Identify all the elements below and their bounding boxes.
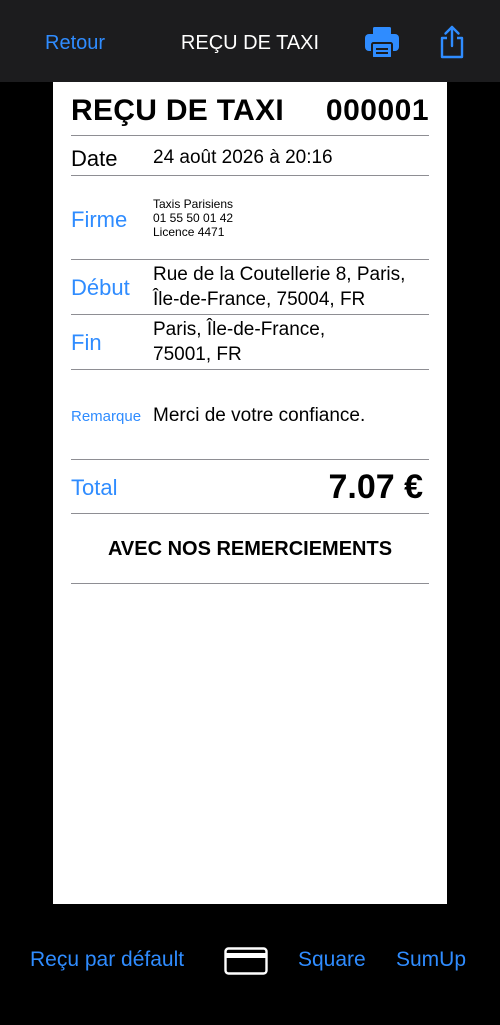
start-label: Début bbox=[71, 275, 130, 300]
company-details: Taxis Parisiens 01 55 50 01 42 Licence 4… bbox=[153, 197, 233, 239]
receipt-paper: REÇU DE TAXI 000001 Date 24 août 2026 à … bbox=[53, 82, 447, 904]
date-value: 24 août 2026 à 20:16 bbox=[153, 147, 333, 168]
divider bbox=[71, 513, 429, 514]
divider bbox=[71, 369, 429, 370]
start-address: Rue de la Coutellerie 8, Paris, Île-de-F… bbox=[153, 262, 405, 312]
thanks-message: AVEC NOS REMERCIEMENTS bbox=[107, 538, 393, 560]
date-label: Date bbox=[71, 146, 118, 171]
credit-card-icon[interactable] bbox=[224, 947, 268, 975]
start-address-line: Rue de la Coutellerie 8, Paris, bbox=[153, 264, 406, 285]
receipt-number: 000001 bbox=[325, 94, 429, 127]
square-button[interactable]: Square bbox=[298, 948, 366, 972]
sumup-button[interactable]: SumUp bbox=[396, 948, 466, 972]
total-amount: 7.07 € bbox=[328, 468, 423, 506]
divider bbox=[71, 314, 429, 315]
remark-value: Merci de votre confiance. bbox=[153, 405, 366, 426]
remark-label: Remarque bbox=[71, 408, 142, 425]
default-receipt-button[interactable]: Reçu par défault bbox=[30, 948, 184, 972]
company-name: Taxis Parisiens bbox=[153, 197, 234, 211]
printer-icon[interactable] bbox=[364, 24, 400, 60]
divider bbox=[71, 135, 429, 136]
divider bbox=[71, 259, 429, 260]
divider bbox=[71, 175, 429, 176]
end-address-line: Paris, Île-de-France, bbox=[153, 319, 326, 340]
company-phone: 01 55 50 01 42 bbox=[153, 211, 234, 225]
company-licence: Licence 4471 bbox=[153, 225, 225, 239]
share-icon[interactable] bbox=[437, 24, 467, 60]
end-label: Fin bbox=[71, 330, 102, 355]
navigation-bar: Retour REÇU DE TAXI bbox=[0, 0, 500, 82]
total-label: Total bbox=[71, 475, 118, 500]
company-label: Firme bbox=[71, 207, 128, 232]
receipt-title: REÇU DE TAXI bbox=[71, 94, 285, 127]
end-address: Paris, Île-de-France, 75001, FR bbox=[153, 317, 325, 367]
end-address-line: 75001, FR bbox=[153, 344, 242, 365]
divider bbox=[71, 459, 429, 460]
start-address-line: Île-de-France, 75004, FR bbox=[153, 289, 366, 310]
page-title: REÇU DE TAXI bbox=[180, 32, 320, 54]
divider bbox=[71, 583, 429, 584]
